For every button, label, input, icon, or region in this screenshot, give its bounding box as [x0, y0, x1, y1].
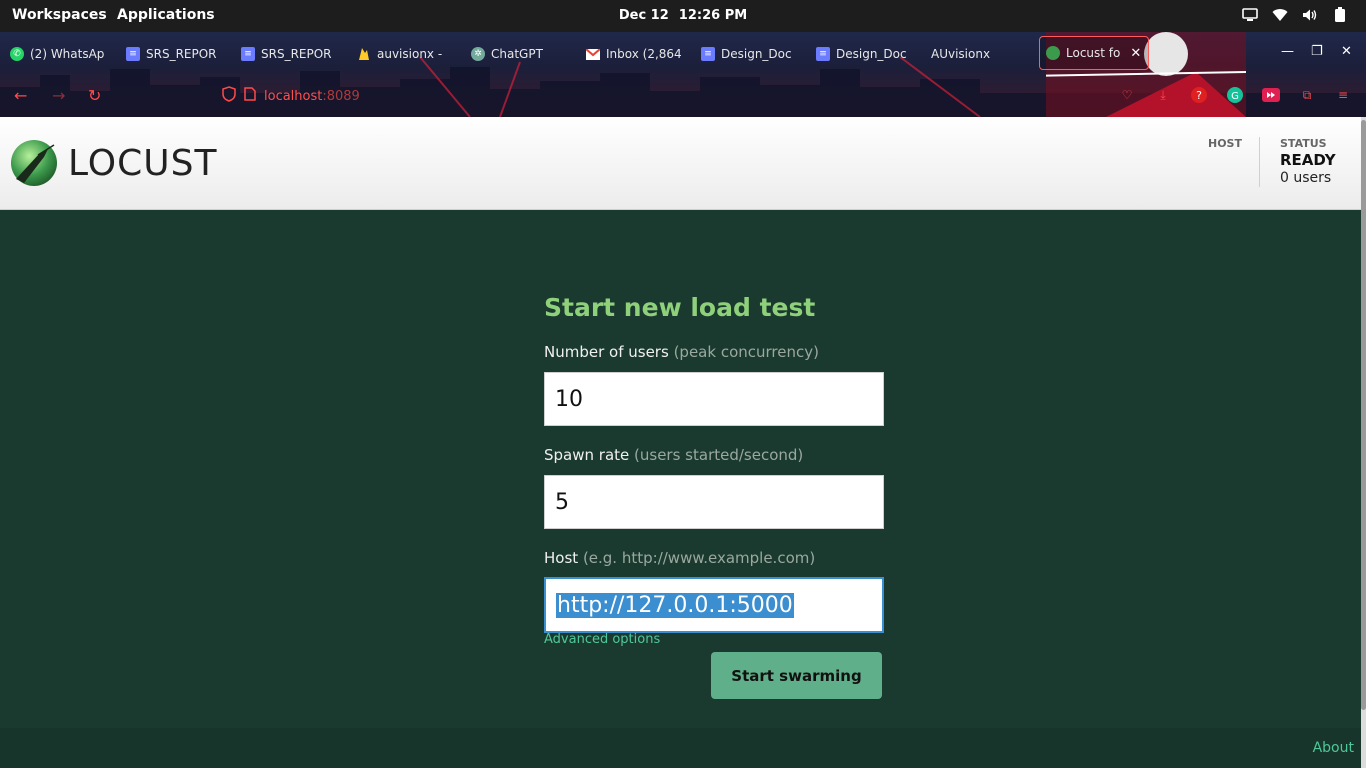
- grammarly-icon[interactable]: G: [1226, 86, 1244, 104]
- url-host: localhost: [264, 88, 323, 104]
- navigation-toolbar: ← → ↻ localhost:8089 ♡ ⤓ ? G ⧉ ≡: [0, 76, 1366, 116]
- host-field-hint: (e.g. http://www.example.com): [582, 549, 816, 567]
- minimize-icon[interactable]: —: [1281, 44, 1294, 59]
- user-count: 0 users: [1280, 170, 1332, 186]
- tab-whatsapp[interactable]: ✆ (2) WhatsAp: [10, 42, 105, 66]
- spawn-rate-label: Spawn rate (users started/second): [544, 446, 803, 464]
- spawn-rate-input-value: 5: [555, 489, 569, 515]
- gmail-icon: [586, 47, 600, 61]
- host-field-label: Host (e.g. http://www.example.com): [544, 549, 815, 567]
- browser-chrome: ✆ (2) WhatsAp ≡ SRS_REPOR ≡ SRS_REPOR au…: [0, 32, 1366, 117]
- pocket-icon[interactable]: ♡: [1118, 86, 1136, 104]
- locust-logo[interactable]: LOCUST: [10, 139, 217, 187]
- status-value: READY: [1280, 151, 1336, 169]
- locust-logo-icon: [11, 140, 57, 186]
- tab-gmail-inbox[interactable]: Inbox (2,864: [586, 42, 681, 66]
- tab-chatgpt[interactable]: ✲ ChatGPT: [471, 42, 566, 66]
- status-panel: STATUS READY 0 users: [1280, 137, 1336, 186]
- tab-label: Design_Doc: [836, 47, 907, 61]
- tab-design-doc-1[interactable]: ≡ Design_Doc: [701, 42, 796, 66]
- page-icon: [244, 87, 256, 105]
- tab-strip: ✆ (2) WhatsAp ≡ SRS_REPOR ≡ SRS_REPOR au…: [0, 32, 1366, 74]
- svg-text:?: ?: [1196, 89, 1202, 102]
- docs-icon: ≡: [816, 47, 830, 61]
- users-hint: (peak concurrency): [673, 343, 819, 361]
- tab-srs-report-2[interactable]: ≡ SRS_REPOR: [241, 42, 336, 66]
- tab-label: Design_Doc: [721, 47, 792, 61]
- battery-icon[interactable]: [1332, 7, 1348, 23]
- host-field-label-text: Host: [544, 549, 579, 567]
- firebase-icon: [357, 47, 371, 61]
- url-port: :8089: [322, 88, 360, 104]
- menu-icon[interactable]: ≡: [1334, 86, 1352, 104]
- os-top-bar: Workspaces Applications Dec 12 12:26 PM: [0, 0, 1366, 32]
- page-scrollbar[interactable]: [1361, 117, 1366, 768]
- svg-text:G: G: [1231, 91, 1239, 102]
- tab-label: ChatGPT: [491, 47, 543, 61]
- host-input-value: http://127.0.0.1:5000: [556, 592, 794, 618]
- docs-icon: ≡: [241, 47, 255, 61]
- locust-icon: [1046, 46, 1060, 60]
- clock-date: Dec 12: [618, 8, 669, 23]
- clock[interactable]: Dec 12 12:26 PM: [0, 8, 1366, 23]
- tab-design-doc-2[interactable]: ≡ Design_Doc: [816, 42, 911, 66]
- volume-icon[interactable]: [1302, 7, 1318, 23]
- display-icon[interactable]: [1242, 7, 1258, 23]
- new-test-form: Start new load test Number of users (pea…: [544, 290, 889, 699]
- tab-locust-active[interactable]: Locust fo ✕: [1039, 36, 1149, 70]
- chatgpt-icon: ✲: [471, 47, 485, 61]
- status-label: STATUS: [1280, 137, 1327, 150]
- video-speed-icon[interactable]: [1262, 86, 1280, 104]
- close-tab-icon[interactable]: ✕: [1130, 46, 1141, 61]
- downloads-icon[interactable]: ⤓: [1154, 86, 1172, 104]
- system-tray[interactable]: [1242, 7, 1348, 23]
- form-title: Start new load test: [544, 293, 816, 322]
- tab-label: AUvisionx: [931, 47, 991, 61]
- close-window-icon[interactable]: ✕: [1341, 44, 1352, 59]
- host-input[interactable]: http://127.0.0.1:5000: [544, 577, 884, 633]
- spawn-rate-hint: (users started/second): [634, 446, 804, 464]
- wifi-icon[interactable]: [1272, 7, 1288, 23]
- spawn-rate-input[interactable]: 5: [544, 475, 884, 529]
- tab-label: Inbox (2,864: [606, 47, 681, 61]
- back-icon[interactable]: ←: [14, 86, 27, 106]
- extensions-icon[interactable]: ⧉: [1298, 86, 1316, 104]
- tab-label: SRS_REPOR: [261, 47, 332, 61]
- reload-icon[interactable]: ↻: [88, 86, 101, 106]
- extension-help-icon[interactable]: ?: [1190, 86, 1208, 104]
- tab-label: (2) WhatsAp: [30, 47, 105, 61]
- shield-icon[interactable]: [222, 86, 236, 106]
- docs-icon: ≡: [126, 47, 140, 61]
- tab-label: Locust fo: [1066, 46, 1121, 60]
- locust-header: LOCUST HOST STATUS READY 0 users: [0, 117, 1361, 210]
- header-divider: [1259, 137, 1260, 187]
- users-label: Number of users (peak concurrency): [544, 343, 819, 361]
- locust-logo-text: LOCUST: [68, 142, 218, 184]
- users-input-value: 10: [555, 386, 583, 412]
- users-label-text: Number of users: [544, 343, 669, 361]
- advanced-options-link[interactable]: Advanced options: [544, 632, 660, 647]
- start-swarming-button[interactable]: Start swarming: [711, 652, 882, 699]
- clock-time: 12:26 PM: [678, 8, 748, 23]
- scrollbar-thumb[interactable]: [1361, 120, 1366, 710]
- tab-srs-report-1[interactable]: ≡ SRS_REPOR: [126, 42, 221, 66]
- restore-icon[interactable]: ❐: [1311, 44, 1323, 59]
- forward-icon[interactable]: →: [52, 86, 65, 106]
- address-bar[interactable]: localhost:8089: [222, 84, 392, 108]
- about-link[interactable]: About: [1313, 740, 1354, 756]
- tab-auvisionx[interactable]: AUvisionx: [931, 42, 1026, 66]
- page-footer: About: [0, 728, 1361, 768]
- docs-icon: ≡: [701, 47, 715, 61]
- toolbar-icons: ♡ ⤓ ? G ⧉ ≡: [1118, 86, 1352, 104]
- host-label: HOST: [1208, 137, 1242, 150]
- spawn-rate-label-text: Spawn rate: [544, 446, 630, 464]
- tab-auvisionx-firebase[interactable]: auvisionx -: [357, 42, 452, 66]
- tab-label: auvisionx -: [377, 47, 443, 61]
- tab-label: SRS_REPOR: [146, 47, 217, 61]
- whatsapp-icon: ✆: [10, 47, 24, 61]
- users-input[interactable]: 10: [544, 372, 884, 426]
